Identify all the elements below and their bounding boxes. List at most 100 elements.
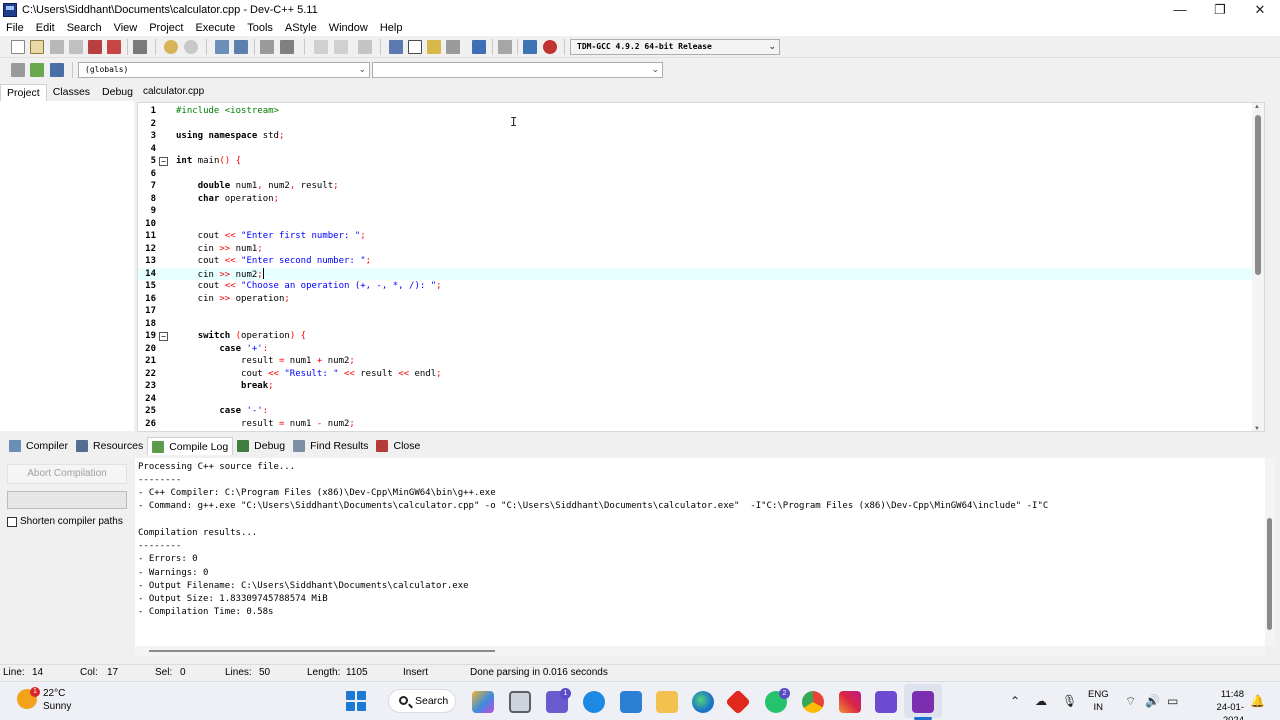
tab-project[interactable]: Project [0, 84, 47, 102]
print-icon[interactable] [133, 40, 147, 54]
bookmark-icon[interactable] [280, 40, 294, 54]
goto-line-icon[interactable] [260, 40, 274, 54]
tab-classes[interactable]: Classes [47, 84, 96, 102]
menu-edit[interactable]: Edit [30, 21, 61, 35]
menu-window[interactable]: Window [323, 21, 374, 35]
edge-browser-icon[interactable] [692, 691, 714, 713]
scroll-up-icon[interactable]: ▲ [1254, 104, 1260, 110]
new-file-icon[interactable] [11, 40, 25, 54]
start-windows-icon[interactable] [346, 691, 366, 711]
run-icon[interactable] [408, 40, 422, 54]
code-line[interactable]: 3 using namespace std; [138, 130, 1264, 143]
code-line[interactable]: 13 cout << "Enter second number: "; [138, 255, 1264, 268]
code-line[interactable]: 1 #include <iostream> [138, 105, 1264, 118]
scroll-down-icon[interactable]: ▼ [1254, 426, 1260, 431]
compile-icon[interactable] [389, 40, 403, 54]
close-all-icon[interactable] [107, 40, 121, 54]
indent-icon[interactable] [314, 40, 328, 54]
language-indicator[interactable]: ENG IN [1088, 688, 1109, 714]
notification-bell-icon[interactable]: 🔔 [1250, 694, 1265, 708]
tab-resources[interactable]: Resources [72, 437, 147, 455]
code-editor[interactable]: 1 #include <iostream> 2 3 using namespace st… [137, 102, 1265, 432]
code-line[interactable]: 6 [138, 168, 1264, 181]
tab-debug[interactable]: Debug [96, 84, 139, 102]
menu-file[interactable]: File [0, 21, 30, 35]
code-line[interactable]: 2 [138, 118, 1264, 131]
help-question-icon[interactable] [583, 691, 605, 713]
menu-search[interactable]: Search [61, 21, 108, 35]
anydesk-icon[interactable] [725, 689, 751, 715]
debug-icon[interactable] [543, 40, 557, 54]
fold-toggle-icon[interactable]: − [159, 332, 168, 341]
code-line[interactable]: 17 [138, 305, 1264, 318]
code-line[interactable]: 14 cin >> num2; [138, 267, 1264, 280]
open-file-icon[interactable] [30, 40, 44, 54]
chrome-icon[interactable] [802, 691, 824, 713]
code-line[interactable]: 16 cin >> operation; [138, 293, 1264, 306]
shorten-paths-option[interactable]: Shorten compiler paths [7, 516, 123, 527]
rebuild-all-icon[interactable] [446, 40, 460, 54]
redo-icon[interactable] [184, 40, 198, 54]
undo-icon[interactable] [164, 40, 178, 54]
code-line[interactable]: 11 cout << "Enter first number: "; [138, 230, 1264, 243]
save-icon[interactable] [50, 40, 64, 54]
code-line[interactable]: 15 cout << "Choose an operation (+, -, *… [138, 280, 1264, 293]
tab-compiler[interactable]: Compiler [5, 437, 72, 455]
code-line[interactable]: 18 [138, 318, 1264, 331]
code-line[interactable]: 24 [138, 393, 1264, 406]
code-line[interactable]: 22 cout << "Result: " << result << endl; [138, 368, 1264, 381]
taskbar-clock[interactable]: 11:48 24-01-2024 [1200, 688, 1244, 720]
abort-compilation-button[interactable]: Abort Compilation [7, 464, 127, 484]
shorten-paths-checkbox[interactable] [7, 516, 17, 527]
compile-log-output[interactable]: Processing C++ source file... -------- -… [135, 458, 1268, 646]
log-horizontal-scrollbar[interactable] [135, 646, 1265, 656]
wifi-icon[interactable]: ⌔ [1125, 694, 1136, 709]
menu-help[interactable]: Help [374, 21, 409, 35]
log-vertical-scrollbar[interactable] [1265, 458, 1275, 646]
tab-find-results[interactable]: Find Results [289, 437, 372, 455]
compile-run-icon[interactable] [427, 40, 441, 54]
close-window-button[interactable]: ✕ [1240, 0, 1280, 20]
find-icon[interactable] [215, 40, 229, 54]
code-line[interactable]: 12 cin >> num1; [138, 243, 1264, 256]
code-line[interactable]: 25 case '-': [138, 405, 1264, 418]
widgets-copilot-icon[interactable] [472, 691, 494, 713]
unindent-icon[interactable] [334, 40, 348, 54]
minimize-button[interactable]: — [1160, 0, 1200, 20]
clipchamp-icon[interactable] [875, 691, 897, 713]
profile-icon[interactable] [523, 40, 537, 54]
scrollbar-thumb[interactable] [1267, 518, 1272, 630]
tab-close[interactable]: Close [372, 437, 424, 455]
syntax-check-icon[interactable] [472, 40, 486, 54]
code-line[interactable]: 10 [138, 218, 1264, 231]
menu-view[interactable]: View [108, 21, 144, 35]
scrollbar-thumb[interactable] [1255, 115, 1261, 275]
maximize-button[interactable]: ❐ [1200, 0, 1240, 20]
code-line[interactable]: 23 break; [138, 380, 1264, 393]
save-all-icon[interactable] [69, 40, 83, 54]
menu-astyle[interactable]: AStyle [279, 21, 323, 35]
menu-execute[interactable]: Execute [189, 21, 241, 35]
function-select[interactable]: ⌄ [372, 62, 663, 78]
code-line[interactable]: 20 case '+': [138, 343, 1264, 356]
code-line[interactable]: 4 [138, 143, 1264, 156]
microsoft-store-icon[interactable] [620, 691, 642, 713]
code-line[interactable]: 8 char operation; [138, 193, 1264, 206]
project-browser[interactable] [0, 101, 134, 431]
file-explorer-icon[interactable] [656, 691, 678, 713]
scrollbar-thumb[interactable] [149, 650, 495, 652]
microphone-icon[interactable]: 🎙 [1062, 694, 1077, 708]
replace-icon[interactable] [234, 40, 248, 54]
toggle-comment-icon[interactable] [358, 40, 372, 54]
goto-icon[interactable] [30, 63, 44, 77]
code-line[interactable]: 19− switch (operation) { [138, 330, 1264, 343]
insert-icon[interactable] [11, 63, 25, 77]
tab-calculator-cpp[interactable]: calculator.cpp [137, 84, 210, 101]
devcpp-taskbar-icon[interactable] [912, 691, 934, 713]
menu-tools[interactable]: Tools [241, 21, 279, 35]
code-line[interactable]: 5− int main() { [138, 155, 1264, 168]
code-line[interactable]: 9 [138, 205, 1264, 218]
code-line[interactable]: 7 double num1, num2, result; [138, 180, 1264, 193]
editor-vertical-scrollbar[interactable]: ▲ ▼ [1252, 103, 1264, 431]
instagram-icon[interactable] [839, 691, 861, 713]
